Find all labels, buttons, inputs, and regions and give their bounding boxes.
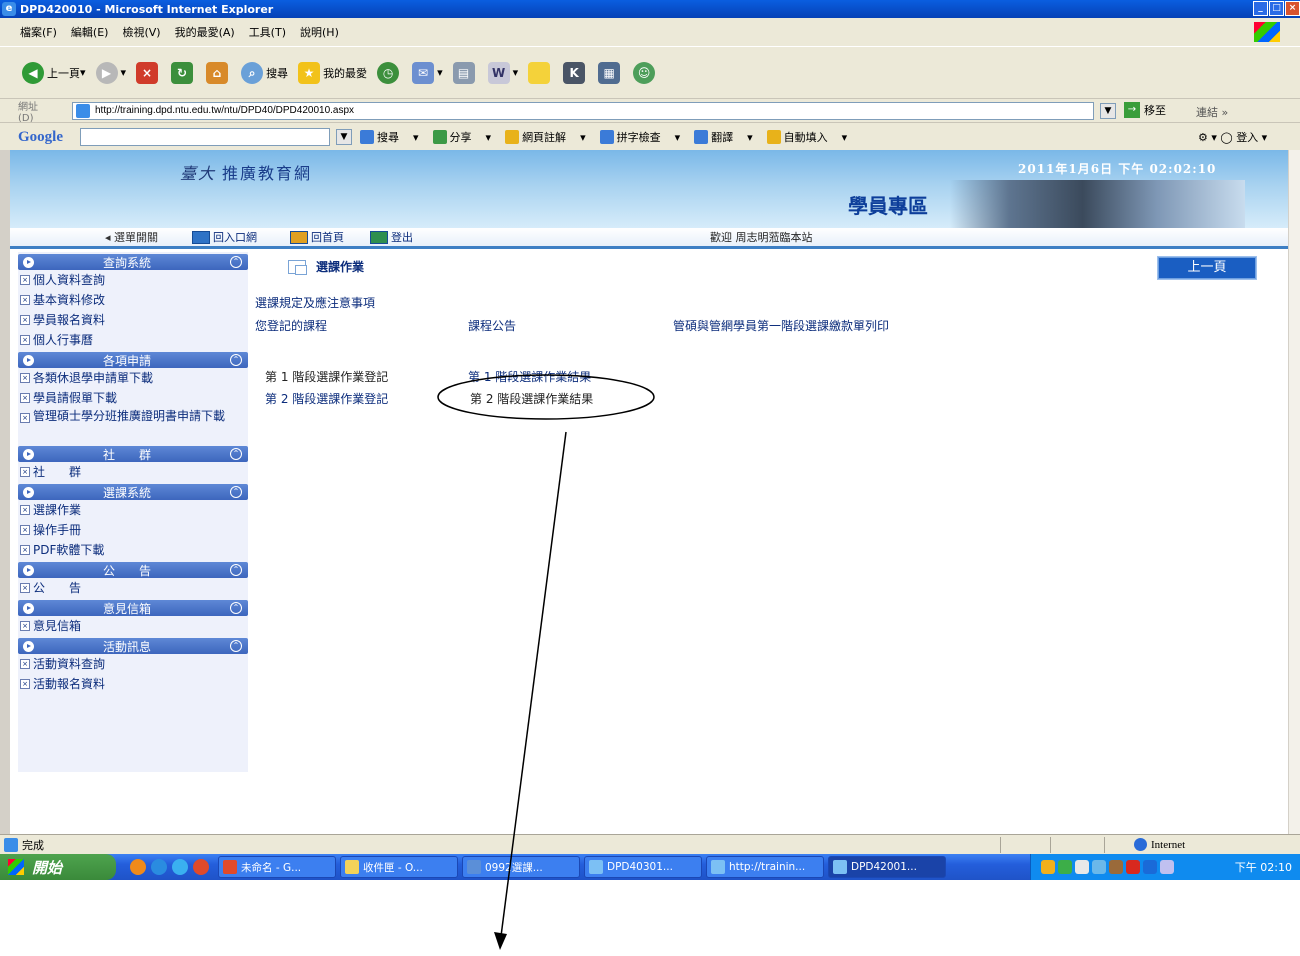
annotation-ellipse [437, 374, 655, 420]
annotation-arrow-head [494, 932, 507, 950]
annotation-arrow-line [499, 431, 567, 945]
annotation-overlay [437, 374, 655, 950]
screen: e DPD420010 - Microsoft Internet Explore… [0, 0, 1300, 956]
